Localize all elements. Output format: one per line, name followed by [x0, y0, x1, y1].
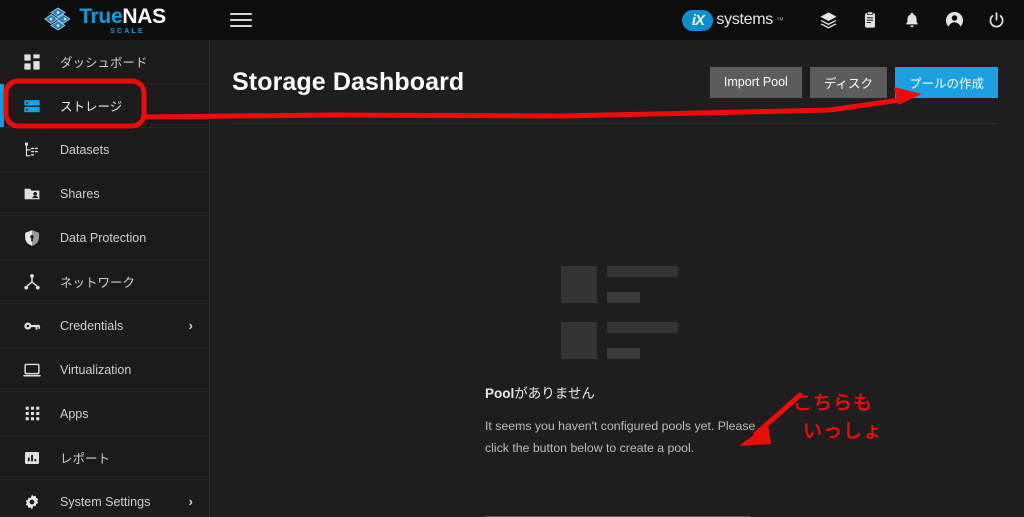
sidebar-item-label: Apps: [60, 406, 89, 421]
gear-icon: [22, 492, 42, 512]
page-header: Storage Dashboard Import Pool ディスク プールの作…: [210, 40, 1024, 124]
skeleton-bars: [607, 322, 678, 359]
sidebar-item-data-protection[interactable]: Data Protection: [0, 216, 209, 260]
create-pool-primary-button[interactable]: プールの作成: [894, 66, 998, 98]
sidebar-item-label: System Settings: [60, 494, 151, 509]
empty-state-title-rest: がありません: [514, 386, 595, 401]
sidebar-item-network[interactable]: ネットワーク: [0, 260, 209, 304]
monitor-icon: [22, 360, 42, 380]
sidebar-item-credentials[interactable]: Credentials ›: [0, 304, 209, 348]
truenas-wordmark: TrueNAS SCALE: [79, 6, 166, 35]
logo-nas-text: NAS: [122, 4, 166, 28]
dashboard-icon: [22, 52, 42, 72]
logo-edition-text: SCALE: [110, 27, 145, 35]
empty-state-title: Poolがありません: [485, 382, 595, 402]
sidebar-item-label: レポート: [60, 452, 111, 466]
sidebar-item-label: Datasets: [60, 142, 110, 157]
skeleton-bar-short: [607, 292, 640, 303]
main-content: Storage Dashboard Import Pool ディスク プールの作…: [210, 40, 1024, 517]
empty-state-panel: Poolがありません It seems you haven't configur…: [210, 124, 1024, 517]
storage-icon: [22, 96, 42, 116]
sidebar-item-reporting[interactable]: レポート: [0, 436, 209, 480]
empty-state-description: It seems you haven't configured pools ye…: [485, 419, 756, 455]
sidebar-item-storage[interactable]: ストレージ: [0, 84, 209, 128]
sidebar-item-label: ネットワーク: [60, 276, 136, 290]
skeleton-square: [561, 322, 597, 359]
clipboard-icon[interactable]: [860, 10, 880, 30]
sidebar-item-label: ダッシュボード: [60, 56, 148, 70]
ixsystems-word-text: systems: [716, 11, 773, 28]
network-icon: [22, 272, 42, 292]
logo-true-text: True: [79, 4, 123, 28]
ixsystems-tm-text: ™: [776, 15, 784, 25]
topbar-actions: iX systems ™: [682, 9, 1024, 31]
skeleton-bar-short: [607, 348, 640, 359]
sidebar-item-system-settings[interactable]: System Settings ›: [0, 480, 209, 517]
truenas-logo[interactable]: TrueNAS SCALE: [0, 0, 210, 40]
sidebar-item-label: ストレージ: [60, 100, 123, 114]
truenas-scale-window: TrueNAS SCALE iX systems ™ ダッシュボード ストレージ…: [0, 0, 1024, 517]
ixsystems-logo[interactable]: iX systems ™: [682, 9, 784, 31]
truenas-diamond-logo-icon: [44, 7, 72, 33]
sidebar-item-label: Shares: [60, 186, 100, 201]
hamburger-menu-icon[interactable]: [230, 11, 252, 29]
shield-icon: [22, 228, 42, 248]
skeleton-bars: [607, 266, 678, 303]
placeholder-skeleton-illustration: [561, 266, 678, 359]
chevron-right-icon[interactable]: ›: [189, 494, 193, 509]
layers-icon[interactable]: [818, 10, 838, 30]
skeleton-bar-long: [607, 266, 678, 277]
account-circle-icon[interactable]: [944, 10, 964, 30]
empty-state-title-bold: Pool: [485, 386, 515, 401]
key-icon: [22, 316, 42, 336]
reporting-chart-icon: [22, 448, 42, 468]
ixsystems-badge-text: iX: [682, 9, 714, 31]
import-pool-button[interactable]: Import Pool: [709, 66, 802, 98]
sidebar-item-shares[interactable]: Shares: [0, 172, 209, 216]
skeleton-row: [561, 266, 678, 303]
sidebar-item-apps[interactable]: Apps: [0, 392, 209, 436]
shares-folder-icon: [22, 184, 42, 204]
sidebar-item-label: Virtualization: [60, 362, 132, 377]
sidebar-item-label: Credentials: [60, 318, 124, 333]
page-header-actions: Import Pool ディスク プールの作成: [709, 66, 998, 98]
top-app-bar: TrueNAS SCALE iX systems ™: [0, 0, 1024, 40]
skeleton-square: [561, 266, 597, 303]
disks-button[interactable]: ディスク: [809, 66, 887, 98]
datasets-tree-icon: [22, 140, 42, 160]
page-title: Storage Dashboard: [232, 67, 465, 96]
bell-icon[interactable]: [902, 10, 922, 30]
power-icon[interactable]: [986, 10, 1006, 30]
sidebar-item-datasets[interactable]: Datasets: [0, 128, 209, 172]
sidebar-item-virtualization[interactable]: Virtualization: [0, 348, 209, 392]
main-sidebar: ダッシュボード ストレージ Datasets Shares Data Prote…: [0, 40, 210, 517]
skeleton-row: [561, 322, 678, 359]
apps-grid-icon: [22, 404, 42, 424]
sidebar-item-label: Data Protection: [60, 230, 147, 245]
chevron-right-icon[interactable]: ›: [189, 318, 193, 333]
skeleton-bar-long: [607, 322, 678, 333]
sidebar-item-dashboard[interactable]: ダッシュボード: [0, 40, 209, 84]
